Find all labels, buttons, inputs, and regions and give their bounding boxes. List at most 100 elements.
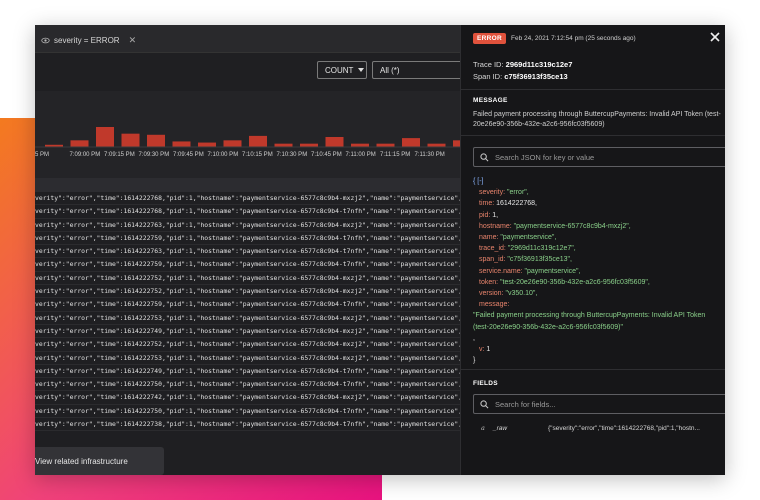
string-type-icon: a (481, 424, 485, 432)
log-row[interactable]: verity":"error","time":1614222750,"pid":… (35, 405, 460, 419)
span-id-label: Span ID: (473, 72, 503, 81)
histogram-bar[interactable] (249, 135, 267, 147)
log-row[interactable]: verity":"error","time":1614222752,"pid":… (35, 272, 460, 286)
json-value: "paymentservice-6577c8c9b4-mxzj2", (513, 222, 631, 230)
json-close-brace: } (473, 357, 476, 365)
json-entry: pid: 1, (473, 210, 723, 221)
log-row[interactable]: verity":"error","time":1614222753,"pid":… (35, 312, 460, 325)
x-tick-label: 7:11:30 PM (415, 152, 445, 158)
histogram-bar[interactable] (223, 140, 242, 147)
aggregation-dropdown[interactable]: COUNT (317, 61, 367, 79)
log-row[interactable]: verity":"error","time":1614222749,"pid":… (35, 365, 460, 379)
group-by-label: All (*) (380, 65, 400, 75)
histogram-bar[interactable] (172, 141, 191, 147)
json-entry: span_id: "c75f36913f35ce13", (473, 254, 723, 265)
log-list-panel: severity = ERROR ✕ COUNT All (*) 5 PM 7:0… (35, 25, 460, 475)
json-value: 1 (486, 346, 491, 354)
json-key: severity: (479, 189, 506, 197)
log-row[interactable]: verity":"error","time":1614222759,"pid":… (35, 232, 460, 246)
json-value: 1, (492, 211, 499, 219)
json-entry: v: 1 (473, 344, 723, 355)
field-name: _raw (493, 424, 508, 432)
x-tick-label: 7:11:00 PM (346, 152, 376, 158)
log-row[interactable]: verity":"error","time":1614222738,"pid":… (35, 418, 460, 432)
json-key: span_id: (479, 256, 506, 264)
log-row[interactable]: verity":"error","time":1614222752,"pid":… (35, 338, 460, 352)
filter-chip-label: severity = ERROR (54, 35, 120, 45)
x-tick-label: 7:09:15 PM (104, 152, 135, 158)
histogram-chart: 5 PM 7:09:00 PM 7:09:15 PM 7:09:30 PM 7:09:4… (35, 91, 460, 185)
span-id-value[interactable]: c75f36913f35ce13 (504, 72, 567, 81)
view-infrastructure-button[interactable]: View related infrastructure (35, 447, 164, 475)
json-collapse-toggle[interactable]: { [-] (473, 176, 723, 187)
message-section-title: MESSAGE (473, 97, 508, 104)
json-key: time: (479, 200, 495, 208)
log-row[interactable]: verity":"error","time":1614222753,"pid":… (35, 352, 460, 365)
json-key: name: (479, 234, 499, 242)
log-row[interactable]: verity":"error","time":1614222752,"pid":… (35, 285, 460, 299)
json-comma: , (473, 334, 475, 342)
histogram-bar[interactable] (402, 138, 420, 147)
group-by-dropdown[interactable]: All (*) (372, 61, 460, 79)
log-row[interactable]: verity":"error","time":1614222768,"pid":… (35, 192, 460, 206)
histogram-bar[interactable] (121, 133, 140, 147)
fields-search-placeholder: Search for fields... (495, 399, 556, 409)
json-entry: message: (473, 299, 723, 310)
trace-span-ids: Trace ID: 2969d11c319c12e7 Span ID: c75f… (473, 59, 572, 83)
aggregation-label: COUNT (325, 65, 354, 75)
histogram-bar[interactable] (325, 137, 344, 147)
span-id-row: Span ID: c75f36913f35ce13 (473, 71, 572, 83)
json-entry: token: "test-20e26e90-356b-432e-a2c6-956… (473, 277, 723, 288)
histogram-bar[interactable] (96, 127, 114, 147)
json-value: 1614222768, (496, 200, 538, 208)
log-row[interactable]: verity":"error","time":1614222742,"pid":… (35, 391, 460, 405)
trace-id-row: Trace ID: 2969d11c319c12e7 (473, 59, 572, 71)
json-key: hostname: (479, 222, 512, 230)
histogram-svg: 5 PM 7:09:00 PM 7:09:15 PM 7:09:30 PM 7:09:4… (35, 127, 460, 158)
log-row[interactable]: verity":"error","time":1614222763,"pid":… (35, 219, 460, 232)
json-value: "paymentservice", (500, 234, 557, 242)
x-tick-label: 5 PM (35, 152, 49, 158)
json-search-input[interactable]: Search JSON for key or value (473, 147, 725, 167)
json-key: message: (479, 301, 510, 309)
x-tick-label: 7:10:15 PM (242, 152, 273, 158)
json-entry: hostname: "paymentservice-6577c8c9b4-mxz… (473, 221, 723, 232)
json-value: "paymentservice", (524, 267, 581, 275)
json-entry: service.name: "paymentservice", (473, 266, 723, 277)
json-key: service.name: (479, 267, 523, 275)
log-row[interactable]: verity":"error","time":1614222768,"pid":… (35, 205, 460, 219)
message-text: Failed payment processing through Butter… (473, 111, 721, 128)
severity-badge: ERROR (473, 33, 506, 44)
histogram-bar[interactable] (147, 134, 165, 147)
divider (461, 89, 725, 90)
json-value: "error", (507, 189, 529, 197)
close-icon[interactable]: ✕ (129, 35, 137, 46)
histogram-bar[interactable] (453, 140, 460, 147)
json-key: version: (479, 290, 504, 298)
json-entry: trace_id: "2969d11c319c12e7", (473, 243, 723, 254)
log-row[interactable]: verity":"error","time":1614222749,"pid":… (35, 325, 460, 339)
json-viewer: { [-] severity: "error", time: 1614222768… (473, 176, 723, 366)
field-row-raw[interactable]: a _raw {"severity":"error","time":161422… (473, 421, 725, 435)
json-key: token: (479, 278, 499, 286)
detail-header: ERROR Feb 24, 2021 7:12:54 pm (25 second… (473, 33, 636, 44)
log-row[interactable]: verity":"error","time":1614222759,"pid":… (35, 298, 460, 312)
log-row[interactable]: verity":"error","time":1614222750,"pid":… (35, 378, 460, 392)
x-tick-label: 7:09:00 PM (70, 152, 101, 158)
histogram-bar[interactable] (70, 140, 89, 147)
trace-id-label: Trace ID: (473, 60, 504, 69)
log-row[interactable]: verity":"error","time":1614222759,"pid":… (35, 258, 460, 272)
histogram-bar[interactable] (198, 142, 216, 147)
filter-chip[interactable]: severity = ERROR ✕ (37, 32, 140, 48)
log-row[interactable]: verity":"error","time":1614222763,"pid":… (35, 245, 460, 259)
json-value: "2969d11c319c12e7", (507, 245, 576, 253)
close-icon[interactable] (709, 31, 721, 43)
json-key: trace_id: (479, 245, 506, 253)
x-tick-label: 7:10:30 PM (277, 152, 308, 158)
json-value: "test-20e26e90-356b-432e-a2c6-956fc03f56… (500, 278, 650, 286)
log-table-header (35, 178, 460, 192)
trace-id-value[interactable]: 2969d11c319c12e7 (506, 60, 573, 69)
fields-search-input[interactable]: Search for fields... (473, 394, 725, 414)
fields-section-title: FIELDS (473, 380, 498, 387)
x-tick-label: 7:11:15 PM (380, 152, 410, 158)
